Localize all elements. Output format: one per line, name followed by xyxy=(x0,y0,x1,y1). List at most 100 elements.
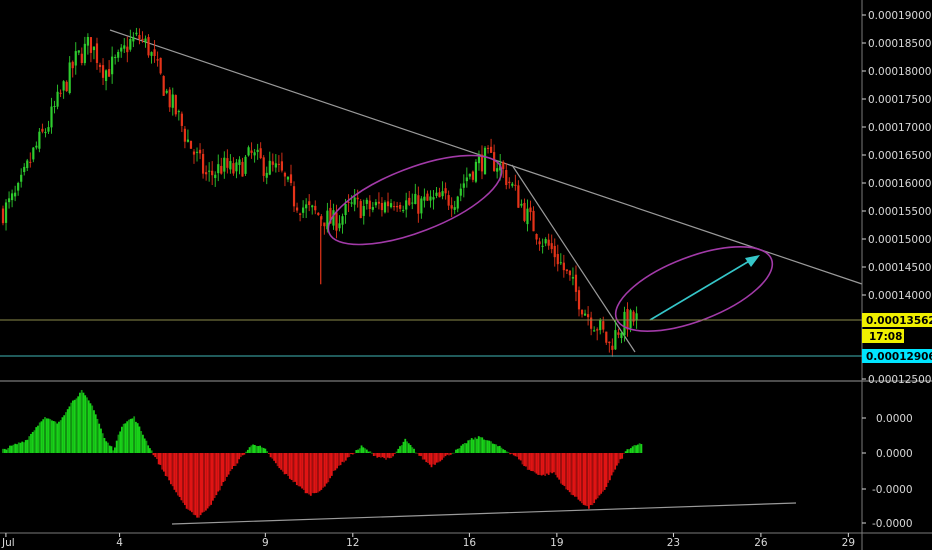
candle-body xyxy=(235,162,238,172)
candle-body xyxy=(280,161,284,171)
histogram-bar xyxy=(622,453,625,454)
histogram-bar xyxy=(615,453,618,466)
candle-body xyxy=(402,210,405,212)
histogram-bar xyxy=(385,453,387,460)
candle-body xyxy=(359,201,362,219)
candle-body xyxy=(35,145,38,148)
histogram-bar xyxy=(159,453,162,465)
histogram-bar xyxy=(346,453,349,458)
candle-body xyxy=(295,207,299,211)
candle-body xyxy=(77,50,80,53)
histogram-bar xyxy=(350,453,352,455)
candle-body xyxy=(50,106,53,128)
histogram-bar xyxy=(369,451,372,453)
histogram-bar xyxy=(126,421,129,453)
histogram-bar xyxy=(493,444,496,453)
histogram-bar xyxy=(631,446,634,453)
breakout-trendline xyxy=(511,164,636,353)
histogram-bar xyxy=(266,451,268,453)
histogram-bar xyxy=(5,449,8,453)
histogram-bar xyxy=(390,453,393,459)
histogram-bar xyxy=(427,453,429,464)
candle-body xyxy=(95,43,99,63)
histogram-bar xyxy=(101,433,104,453)
histogram-bar xyxy=(526,453,529,470)
oscillator-divergence-line xyxy=(171,502,797,525)
candle-body xyxy=(420,198,423,214)
histogram-bar xyxy=(49,419,52,453)
price-tick-label: 0.00014500 xyxy=(868,262,931,274)
candle-body xyxy=(62,81,65,91)
candle-body xyxy=(341,216,344,225)
histogram-bar xyxy=(532,453,534,472)
candle-body xyxy=(338,223,341,229)
price-tick-label: 0.00018000 xyxy=(868,66,931,78)
candle-body xyxy=(520,203,523,206)
histogram-bar xyxy=(579,453,582,502)
candle-body xyxy=(605,331,608,343)
histogram-bar xyxy=(182,453,185,503)
histogram-bar xyxy=(79,392,81,453)
histogram-bar xyxy=(407,443,410,453)
candle-body xyxy=(141,38,144,40)
histogram-bar xyxy=(142,434,144,453)
target-ellipse xyxy=(614,246,774,332)
histogram-bar xyxy=(428,453,431,465)
time-tick-label: 4 xyxy=(116,537,123,549)
candle-body xyxy=(111,56,114,75)
candle-body xyxy=(474,161,478,182)
histogram-bar xyxy=(621,453,624,459)
histogram-bar xyxy=(42,419,45,453)
histogram-bar xyxy=(549,453,552,473)
histogram-bar xyxy=(47,418,50,453)
histogram-bar xyxy=(208,453,211,507)
histogram-bar xyxy=(299,453,302,487)
histogram-bar xyxy=(108,445,111,453)
histogram-bar xyxy=(388,453,391,459)
oscillator-tick-label: -0.0000 xyxy=(872,518,913,530)
histogram-bar xyxy=(595,453,597,500)
candle-body xyxy=(20,174,23,182)
histogram-bar xyxy=(603,453,606,490)
histogram-bar xyxy=(500,447,503,453)
histogram-bar xyxy=(330,453,333,476)
histogram-bar xyxy=(12,444,15,453)
price-badge-label: 0.00012906 xyxy=(866,351,932,363)
histogram-bar xyxy=(460,445,463,453)
histogram-bar xyxy=(432,453,435,465)
histogram-bar xyxy=(547,453,550,475)
candle-body xyxy=(159,57,162,74)
histogram-bar xyxy=(61,417,64,453)
histogram-bar xyxy=(325,453,328,484)
histogram-bar xyxy=(163,453,165,472)
candle-body xyxy=(250,150,253,153)
histogram-bar xyxy=(551,453,554,474)
histogram-bar xyxy=(455,449,457,453)
histogram-bar xyxy=(316,453,319,493)
histogram-bar xyxy=(70,402,73,453)
histogram-bar xyxy=(614,453,617,470)
histogram-bar xyxy=(504,450,506,453)
histogram-bar xyxy=(59,420,62,453)
candle-body xyxy=(256,149,259,152)
histogram-bar xyxy=(376,453,379,458)
candle-body xyxy=(450,205,453,209)
candle-body xyxy=(532,210,535,232)
histogram-bar xyxy=(469,439,471,453)
histogram-bar xyxy=(381,453,384,458)
histogram-bar xyxy=(530,453,533,472)
candle-body xyxy=(29,161,32,163)
histogram-bar xyxy=(600,453,603,494)
candle-body xyxy=(71,61,74,69)
candle-body xyxy=(614,330,617,350)
histogram-bar xyxy=(505,451,508,453)
histogram-bar xyxy=(121,426,123,453)
histogram-bar xyxy=(360,445,363,453)
histogram-bar xyxy=(98,423,101,453)
candle-body xyxy=(429,196,432,201)
histogram-bar xyxy=(437,453,440,463)
candle-body xyxy=(162,76,165,96)
histogram-bar xyxy=(546,453,548,474)
candle-body xyxy=(229,161,232,170)
histogram-bar xyxy=(596,453,599,499)
